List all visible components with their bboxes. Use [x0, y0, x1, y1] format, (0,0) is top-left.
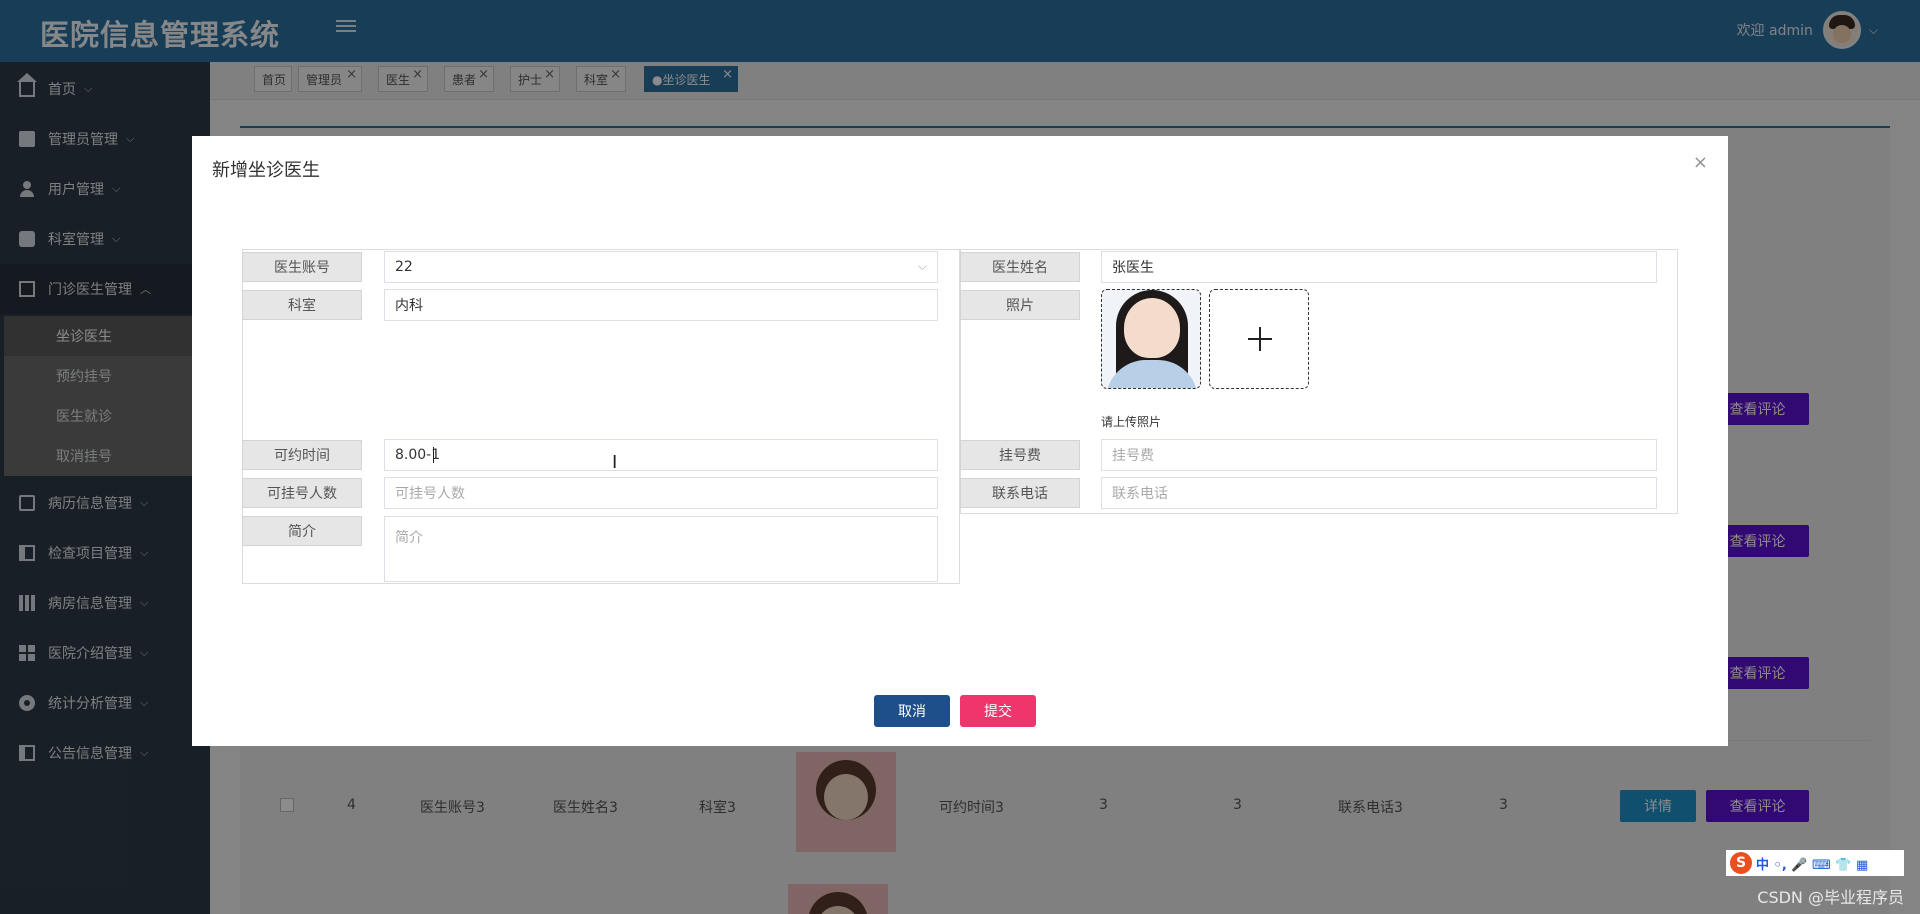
plus-icon: [1259, 327, 1261, 351]
chevron-down-icon: ⌵: [917, 259, 927, 273]
available-time-input[interactable]: 8.00-1: [384, 439, 938, 471]
capacity-label: 可挂号人数: [242, 478, 362, 508]
upload-button[interactable]: [1209, 289, 1309, 389]
phone-input[interactable]: 联系电话: [1101, 477, 1657, 509]
department-input[interactable]: 内科: [384, 289, 938, 321]
intro-textarea[interactable]: 简介: [384, 516, 938, 582]
uploaded-photo[interactable]: [1101, 289, 1201, 389]
doctor-account-label: 医生账号: [242, 252, 362, 282]
form-right-column: [960, 249, 1678, 514]
dialog-title: 新增坐诊医生: [212, 160, 320, 181]
watermark: CSDN @毕业程序员: [1757, 888, 1904, 907]
fee-label: 挂号费: [960, 440, 1080, 470]
doctor-account-value: 22: [395, 259, 413, 275]
ime-logo-icon: S: [1730, 852, 1752, 874]
text-cursor-icon: I: [612, 452, 618, 473]
text-caret: [433, 447, 434, 463]
intro-label: 简介: [242, 516, 362, 546]
phone-label: 联系电话: [960, 478, 1080, 508]
ime-toolbar[interactable]: S 中 ◦, 🎤 ⌨ 👕 ▦: [1726, 850, 1904, 876]
cancel-button[interactable]: 取消: [874, 695, 950, 727]
available-time-label: 可约时间: [242, 440, 362, 470]
add-doctor-dialog: 新增坐诊医生 × 医生账号 22 ⌵ 科室 内科 可约时间 8.00-1 I 可…: [192, 136, 1728, 746]
photo-face: [1124, 298, 1180, 358]
fee-input[interactable]: 挂号费: [1101, 439, 1657, 471]
ime-status: 中 ◦, 🎤 ⌨ 👕 ▦: [1756, 857, 1869, 873]
doctor-account-select[interactable]: 22 ⌵: [384, 251, 938, 283]
photo-upload-hint: 请上传照片: [1101, 415, 1162, 429]
doctor-name-label: 医生姓名: [960, 252, 1080, 282]
submit-button[interactable]: 提交: [960, 695, 1036, 727]
doctor-name-input[interactable]: 张医生: [1101, 251, 1657, 283]
photo-label: 照片: [960, 290, 1080, 320]
close-icon[interactable]: ×: [1693, 152, 1708, 173]
capacity-input[interactable]: 可挂号人数: [384, 477, 938, 509]
department-label: 科室: [242, 290, 362, 320]
